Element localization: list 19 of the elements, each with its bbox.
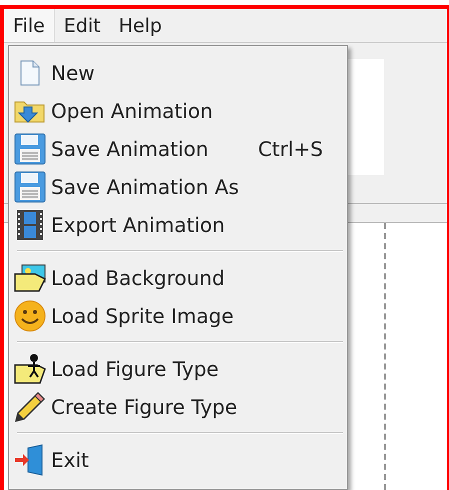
menu-item[interactable]: Create Figure Type [9,388,347,426]
menu-bar-item[interactable]: Edit [54,9,110,42]
document-icon [20,60,40,86]
menu-item[interactable]: Load Figure Type [9,350,347,388]
menu-item[interactable]: New [9,54,347,92]
menu-bar-item[interactable]: Help [110,9,171,42]
menu-bar-item[interactable]: File [4,9,55,42]
menu-item[interactable]: Save Animation Ctrl+S [9,130,347,168]
pencil-icon [14,391,46,423]
menu-item[interactable]: Load Background [9,259,347,297]
film-strip-icon [16,209,44,241]
menu-item[interactable]: Open Animation [9,92,347,130]
folder-picture-icon [14,264,46,292]
menu-item[interactable]: Export Animation [9,206,347,244]
folder-figure-icon [14,353,46,385]
menu-item[interactable]: Save Animation As [9,168,347,206]
menu-item[interactable]: Exit [9,441,347,479]
menu-item[interactable]: Load Sprite Image [9,297,347,335]
smiley-icon [14,300,46,332]
